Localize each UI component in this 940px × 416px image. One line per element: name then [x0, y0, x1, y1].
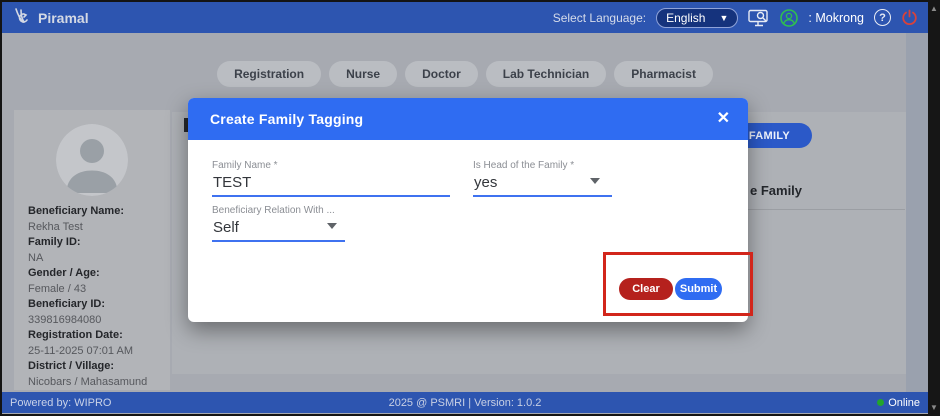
clear-button[interactable]: Clear [619, 278, 673, 300]
beneficiary-name-value: Rekha Test [28, 220, 164, 236]
language-label: Select Language: [553, 11, 646, 25]
brand-name: Piramal [38, 10, 89, 26]
family-id-value: NA [28, 251, 164, 267]
gender-age-value: Female / 43 [28, 282, 164, 298]
brand: Piramal [12, 7, 89, 29]
beneficiary-relation-label: Beneficiary Relation With ... [212, 205, 345, 216]
head-of-family-select[interactable]: yes [473, 174, 612, 197]
beneficiary-name-label: Beneficiary Name: [28, 204, 164, 220]
screen-search-icon[interactable] [748, 9, 770, 27]
modal-header: Create Family Tagging ✕ [188, 98, 748, 140]
family-id-label: Family ID: [28, 235, 164, 251]
family-name-field: Family Name * TEST [212, 160, 450, 197]
beneficiary-id-label: Beneficiary ID: [28, 297, 164, 313]
tab-pharmacist[interactable]: Pharmacist [614, 61, 713, 87]
vertical-scrollbar[interactable]: ▲ ▼ [928, 0, 940, 416]
piramal-logo-icon [12, 7, 32, 29]
beneficiary-details-list: Beneficiary Name: Rekha Test Family ID: … [14, 204, 170, 390]
tab-nurse[interactable]: Nurse [329, 61, 397, 87]
online-status: Online [877, 397, 920, 409]
gender-age-label: Gender / Age: [28, 266, 164, 282]
online-dot-icon [877, 399, 884, 406]
online-label: Online [888, 397, 920, 409]
registration-date-label: Registration Date: [28, 328, 164, 344]
power-icon[interactable] [901, 9, 918, 26]
app-window: Piramal Select Language: English ▼ [0, 0, 940, 416]
chevron-down-icon: ▼ [719, 13, 728, 23]
top-header: Piramal Select Language: English ▼ [2, 2, 928, 33]
modal-title: Create Family Tagging [210, 111, 363, 127]
beneficiary-relation-value: Self [213, 219, 239, 236]
head-of-family-label: Is Head of the Family * [473, 160, 612, 171]
beneficiary-id-value: 339816984080 [28, 313, 164, 329]
head-of-family-field: Is Head of the Family * yes [473, 160, 612, 197]
help-icon[interactable]: ? [874, 9, 891, 26]
role-tab-bar: Registration Nurse Doctor Lab Technician… [2, 61, 928, 87]
family-name-input[interactable]: TEST [212, 174, 450, 197]
scroll-up-icon[interactable]: ▲ [928, 4, 940, 13]
dropdown-arrow-icon[interactable] [327, 223, 337, 229]
beneficiary-relation-select[interactable]: Self [212, 219, 345, 242]
user-circle-icon [780, 9, 798, 27]
tab-registration[interactable]: Registration [217, 61, 321, 87]
tab-lab-technician[interactable]: Lab Technician [486, 61, 606, 87]
beneficiary-relation-field: Beneficiary Relation With ... Self [212, 205, 345, 242]
submit-button[interactable]: Submit [675, 278, 722, 300]
footer: Powered by: WIPRO 2025 @ PSMRI | Version… [2, 392, 928, 413]
head-of-family-value: yes [474, 174, 497, 191]
avatar [56, 124, 128, 196]
version-text: 2025 @ PSMRI | Version: 1.0.2 [2, 397, 928, 409]
beneficiary-sidebar: Beneficiary Name: Rekha Test Family ID: … [14, 110, 170, 390]
close-icon[interactable]: ✕ [717, 111, 730, 127]
dropdown-arrow-icon[interactable] [590, 178, 600, 184]
tab-doctor[interactable]: Doctor [405, 61, 478, 87]
district-village-value: Nicobars / Mahasamund [28, 375, 164, 391]
family-name-label: Family Name * [212, 160, 450, 171]
create-family-section-heading: e Family [750, 183, 802, 198]
registration-date-value: 25-11-2025 07:01 AM [28, 344, 164, 360]
username: : Mokrong [808, 11, 864, 25]
scroll-down-icon[interactable]: ▼ [928, 403, 940, 412]
district-village-label: District / Village: [28, 359, 164, 375]
create-family-tagging-modal: Create Family Tagging ✕ Family Name * TE… [188, 98, 748, 322]
language-select[interactable]: English ▼ [656, 8, 738, 28]
language-value: English [666, 11, 705, 25]
